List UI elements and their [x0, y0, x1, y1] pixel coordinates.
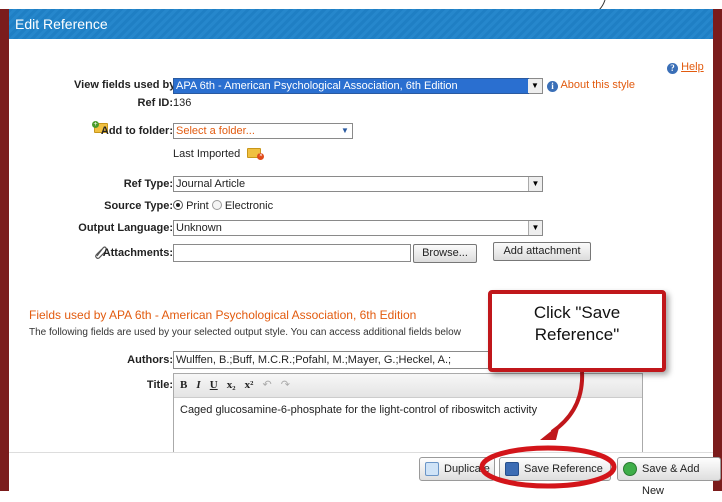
ref-type-label: Ref Type:	[123, 178, 173, 190]
view-fields-value: APA 6th - American Psychological Associa…	[176, 80, 458, 92]
save-add-new-button[interactable]: Save & Add New	[617, 457, 721, 497]
save-disk-icon	[505, 462, 519, 476]
help-label: Help	[681, 61, 704, 73]
frame-right	[713, 9, 722, 491]
duplicate-icon	[425, 462, 439, 476]
italic-button[interactable]: I	[196, 374, 200, 396]
authors-label: Authors:	[127, 354, 173, 366]
chevron-down-icon: ▼	[528, 177, 542, 191]
remove-folder-icon[interactable]: ×	[247, 148, 265, 160]
subscript-button[interactable]: x₂	[227, 374, 236, 396]
about-style-label: About this style	[560, 79, 636, 91]
radio-electronic[interactable]	[211, 200, 222, 210]
info-icon: i	[547, 81, 558, 92]
title-editor[interactable]: B I U x₂ x² ↶ ↷ Caged glucosamine-6-phos…	[173, 373, 643, 453]
ref-type-select[interactable]: Journal Article ▼	[173, 176, 543, 192]
folder-select[interactable]: Select a folder... ▼	[173, 123, 353, 139]
ref-id-value: 136	[173, 97, 192, 109]
save-reference-button[interactable]: Save Reference	[499, 457, 611, 481]
radio-electronic-label: Electronic	[224, 200, 274, 212]
callout-line-1: Click "Save	[533, 303, 621, 322]
duplicate-button[interactable]: Duplicate	[419, 457, 495, 481]
view-fields-label: View fields used by:	[74, 79, 179, 91]
ref-id-label: Ref ID:	[137, 97, 173, 109]
title-value: Caged glucosamine-6-phosphate for the li…	[180, 404, 538, 416]
add-folder-label: Add to folder:	[100, 125, 173, 137]
browse-button[interactable]: Browse...	[413, 244, 477, 263]
authors-value: Wulffen, B.;Buff, M.C.R.;Pofahl, M.;Maye…	[176, 354, 452, 366]
output-language-label: Output Language:	[78, 222, 173, 234]
dialog-title: Edit Reference	[15, 16, 108, 32]
output-language-select[interactable]: Unknown ▼	[173, 220, 543, 236]
view-fields-select[interactable]: APA 6th - American Psychological Associa…	[173, 78, 539, 94]
radio-print[interactable]	[173, 200, 183, 210]
help-link[interactable]: ? Help	[667, 61, 704, 74]
undo-icon[interactable]: ↶	[263, 374, 272, 396]
source-type-label: Source Type:	[104, 200, 173, 212]
editor-toolbar: B I U x₂ x² ↶ ↷	[174, 374, 642, 398]
help-icon: ?	[667, 63, 678, 74]
last-imported-label: Last Imported	[173, 148, 241, 160]
chevron-down-icon: ▼	[528, 221, 542, 235]
underline-button[interactable]: U	[210, 374, 218, 396]
about-style-link[interactable]: i About this style	[547, 79, 635, 92]
fields-section-title: Fields used by APA 6th - American Psycho…	[29, 308, 417, 322]
title-label: Title:	[146, 379, 173, 391]
chevron-down-icon: ▼	[338, 124, 352, 138]
radio-print-label: Print	[186, 200, 209, 212]
chevron-down-icon: ▼	[528, 79, 542, 93]
view-fields-dropdown-button[interactable]: ▼	[528, 78, 543, 94]
save-reference-label: Save Reference	[524, 463, 603, 475]
frame-left	[0, 9, 9, 491]
fields-section-desc: The following fields are used by your se…	[29, 327, 461, 338]
callout-line-2: Reference"	[534, 325, 620, 344]
dialog-title-bar: Edit Reference	[9, 9, 713, 39]
add-circle-icon	[623, 462, 637, 476]
add-attachment-button[interactable]: Add attachment	[493, 242, 591, 261]
authors-input[interactable]: Wulffen, B.;Buff, M.C.R.;Pofahl, M.;Maye…	[173, 351, 499, 369]
attachment-file-input[interactable]	[173, 244, 411, 262]
superscript-button[interactable]: x²	[245, 374, 254, 396]
edit-reference-panel: ? Help View fields used by: APA 6th - Am…	[9, 39, 713, 491]
redo-icon[interactable]: ↷	[281, 374, 290, 396]
save-add-new-label: Save & Add New	[642, 463, 700, 497]
duplicate-label: Duplicate	[444, 463, 490, 475]
output-language-value: Unknown	[176, 222, 222, 234]
bold-button[interactable]: B	[180, 374, 187, 396]
instruction-callout: Click "Save Reference"	[488, 290, 666, 372]
ref-type-value: Journal Article	[176, 178, 246, 190]
action-bar: Duplicate Save Reference Save & Add New	[9, 452, 721, 497]
attachments-label: Attachments:	[102, 247, 173, 259]
folder-select-value: Select a folder...	[176, 125, 255, 137]
last-imported: Last Imported ×	[173, 148, 265, 160]
source-type-radios: Print Electronic	[173, 200, 273, 212]
